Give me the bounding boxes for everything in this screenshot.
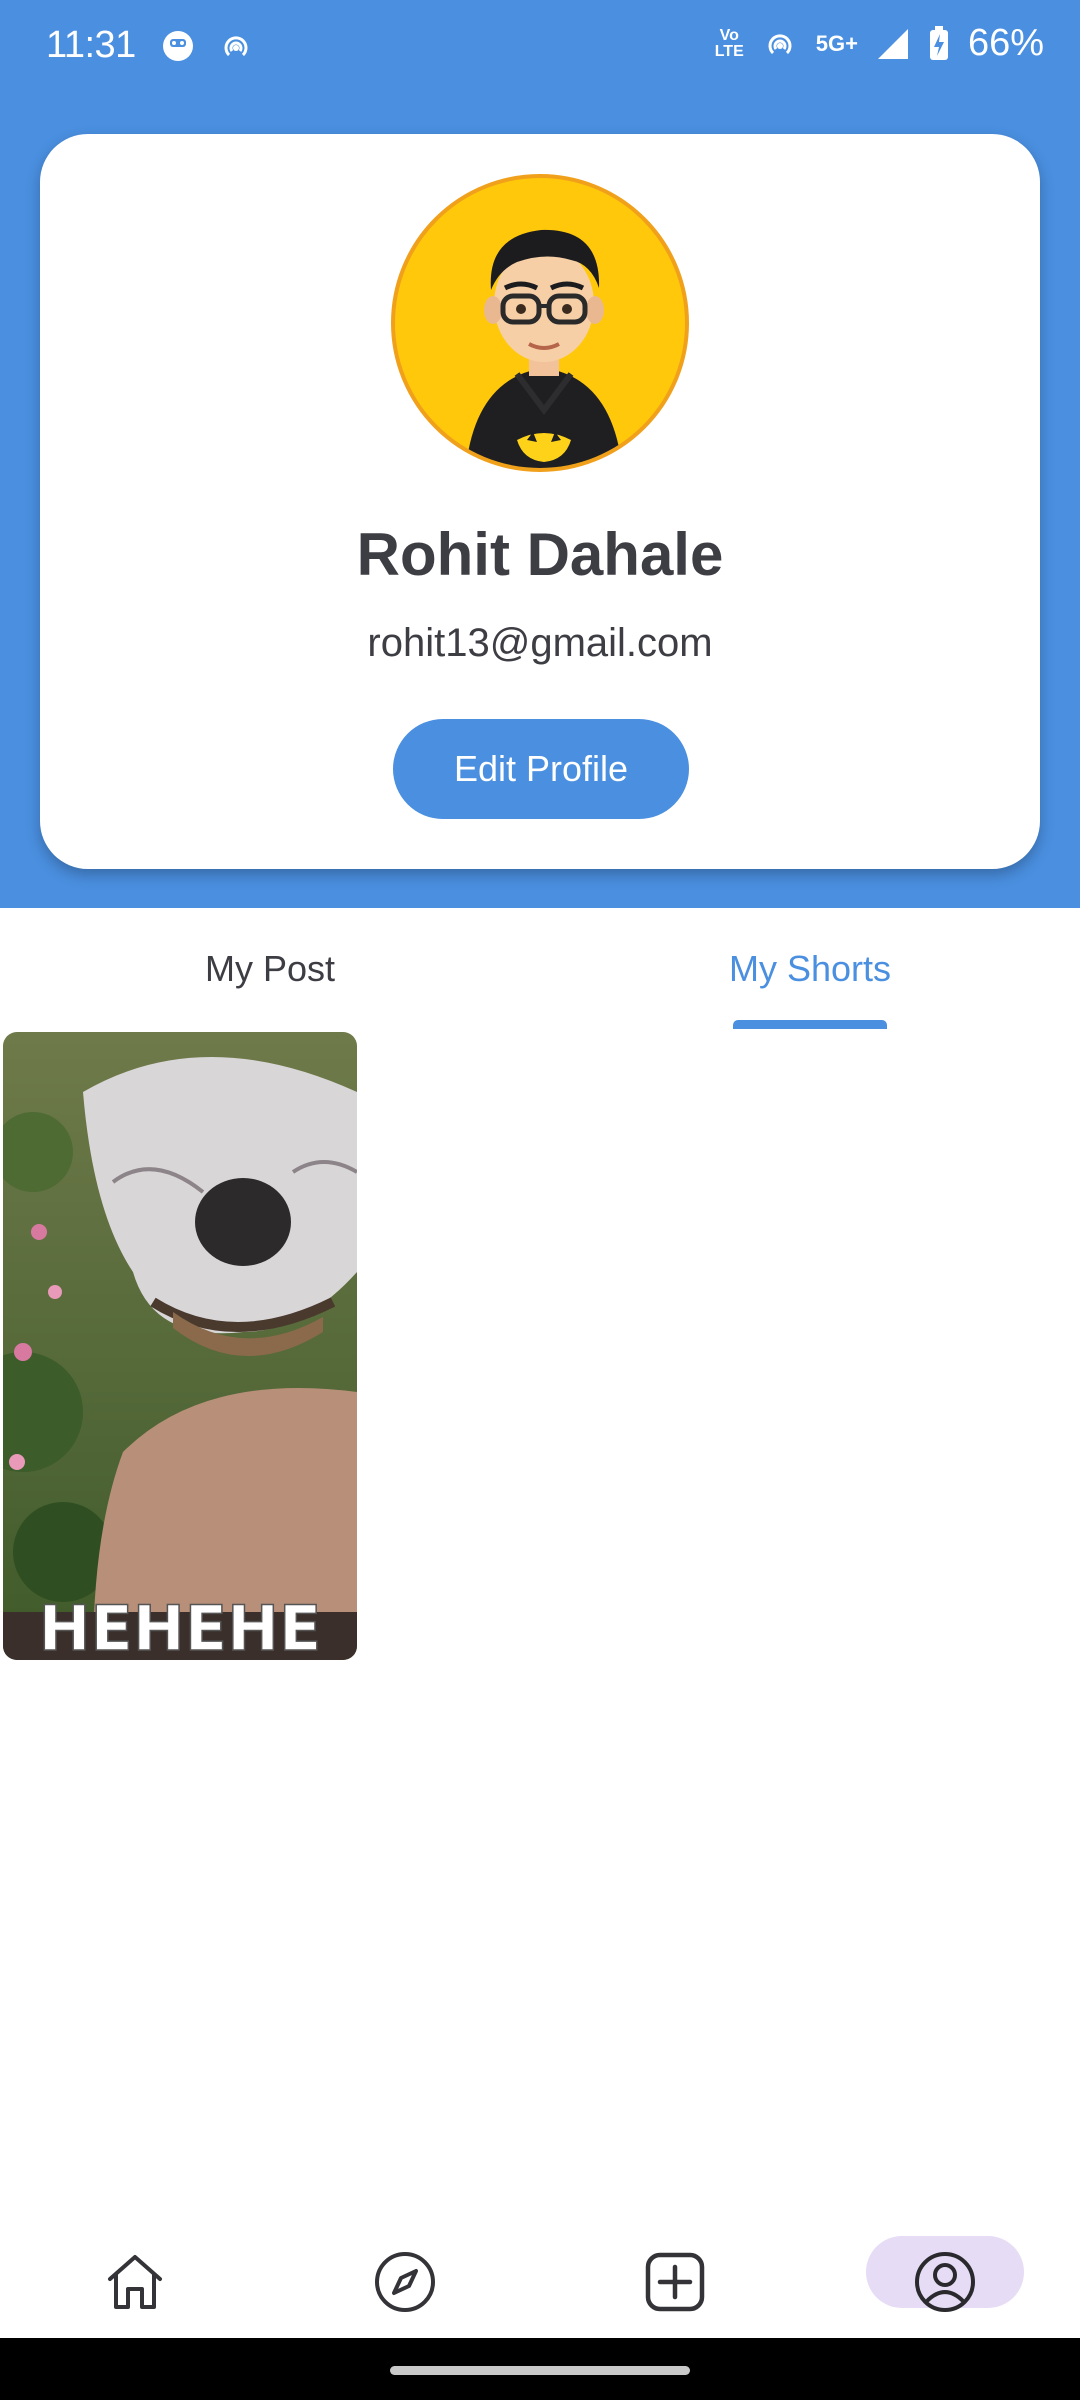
- compass-icon: [375, 2252, 435, 2312]
- profile-email: rohit13@gmail.com: [367, 621, 713, 665]
- home-icon: [108, 2255, 162, 2309]
- status-right-icons: Vo LTE 5G+ 66%: [715, 22, 1044, 65]
- nav-create[interactable]: [625, 2232, 725, 2332]
- battery-percent: 66%: [967, 22, 1044, 64]
- status-left-icons: [160, 28, 254, 64]
- smiling-dog-image: HEHEHE: [3, 1032, 357, 1660]
- status-bar: 11:31 Vo LTE 5G+ 66%: [0, 0, 1080, 96]
- face-icon: [163, 31, 193, 61]
- volte-icon: Vo LTE: [714, 26, 744, 60]
- profile-tabs: My Post My Shorts: [0, 908, 1080, 1028]
- home-gesture-handle[interactable]: [390, 2366, 690, 2375]
- bottom-navigation: [0, 2220, 1080, 2340]
- nav-home[interactable]: [85, 2232, 185, 2332]
- short-caption: HEHEHE: [39, 1592, 322, 1660]
- profile-card: Rohit Dahale rohit13@gmail.com Edit Prof…: [40, 134, 1040, 869]
- hotspot-icon: [224, 36, 248, 57]
- tab-my-post[interactable]: My Post: [0, 948, 540, 990]
- active-tab-indicator: [733, 1020, 887, 1029]
- profile-icon: [915, 2252, 975, 2312]
- nav-profile[interactable]: [895, 2232, 995, 2332]
- bitmoji-avatar-icon: [465, 229, 623, 468]
- hotspot-icon: [768, 33, 792, 54]
- short-thumbnail[interactable]: HEHEHE: [3, 1032, 357, 1660]
- add-box-icon: [645, 2252, 705, 2312]
- tab-my-shorts[interactable]: My Shorts: [540, 948, 1080, 990]
- avatar[interactable]: [391, 174, 689, 472]
- nav-explore[interactable]: [355, 2232, 455, 2332]
- battery-charging-icon: [929, 25, 948, 60]
- status-time: 11:31: [46, 24, 136, 66]
- signal-icon: [877, 28, 908, 59]
- profile-name: Rohit Dahale: [356, 521, 724, 588]
- network-type: 5G+: [815, 30, 858, 56]
- edit-profile-button[interactable]: Edit Profile: [393, 719, 689, 819]
